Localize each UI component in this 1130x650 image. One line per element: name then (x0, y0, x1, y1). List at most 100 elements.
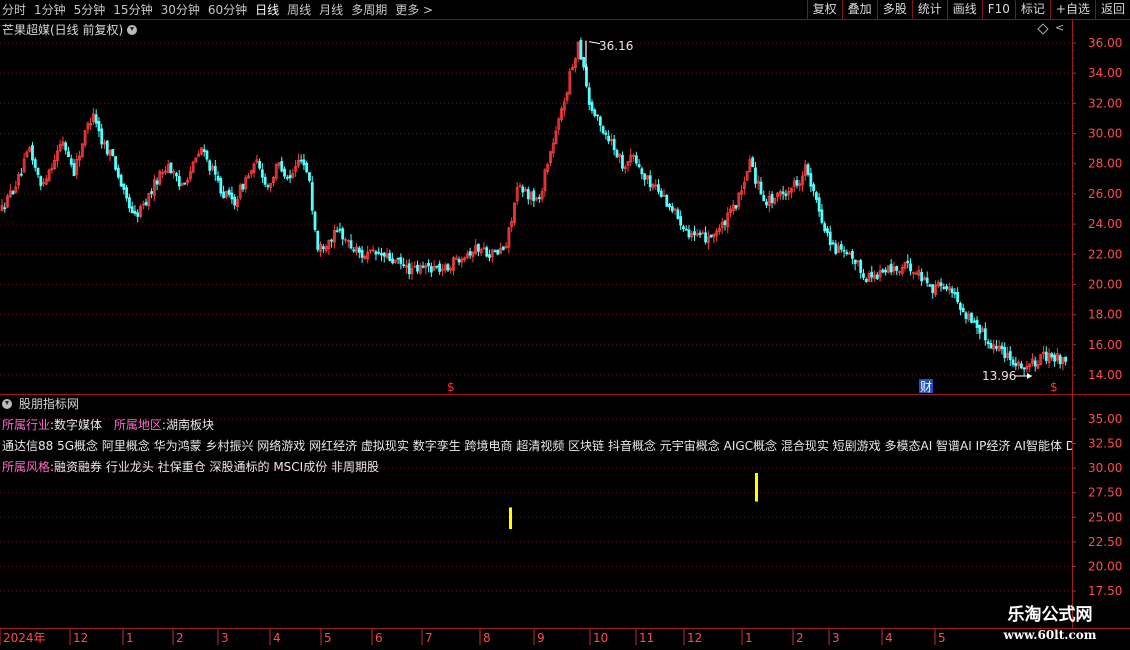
candle-body (100, 128, 104, 145)
candle-body (321, 246, 325, 250)
x-tick-label: 2 (176, 631, 184, 645)
candle-body (457, 259, 461, 263)
candle-body (759, 181, 763, 195)
candle-body (875, 274, 879, 280)
dividend-marker-2: $ (1050, 380, 1058, 394)
candle-body (488, 254, 491, 258)
candle-body (668, 203, 671, 208)
candle-body (762, 195, 766, 202)
x-tick-label: 4 (273, 631, 281, 645)
candle-body (155, 180, 159, 185)
candle-body (128, 197, 131, 209)
indicator-y-tick-label: 35.00 (1088, 412, 1122, 426)
candle-body (125, 187, 129, 199)
candle-body (698, 232, 702, 236)
x-tick-label: 7 (425, 631, 433, 645)
candle-body (1003, 347, 1007, 358)
candle-body (496, 249, 500, 255)
candle-body (1050, 353, 1054, 358)
candle-body (241, 184, 245, 190)
candle-body (299, 159, 303, 162)
candle-body (704, 232, 707, 243)
indicator-y-tick-label: 17.50 (1088, 584, 1122, 598)
candle-body (116, 167, 120, 178)
indicator-title-text: 股朋指标网 (18, 397, 79, 411)
candle-body (427, 262, 430, 267)
candle-body (928, 284, 932, 287)
candle-body (950, 288, 954, 294)
candle-body (130, 206, 134, 214)
candle-body (33, 159, 37, 168)
candle-body (870, 271, 874, 278)
candle-body (316, 230, 320, 250)
candle-body (582, 57, 586, 68)
candle-body (446, 264, 450, 271)
x-tick-label: 12 (687, 631, 702, 645)
candle-body (64, 142, 68, 151)
candle-body (828, 231, 832, 246)
candle-body (285, 176, 289, 179)
candle-body (831, 242, 835, 245)
candle-body (939, 282, 943, 287)
candle-body (119, 174, 123, 187)
candle-body (338, 228, 342, 231)
candle-body (920, 272, 924, 282)
candle-body (972, 320, 976, 323)
candle-body (402, 264, 406, 267)
candle-body (579, 40, 583, 60)
industry-value: :数字媒体 (50, 418, 103, 432)
candle-body (310, 182, 314, 211)
candle-body (1053, 354, 1056, 362)
y-tick-label: 16.00 (1088, 338, 1122, 352)
industry-row: 所属行业:数字媒体 所属地区:湖南板块 (2, 416, 1072, 433)
region-label: 所属地区 (113, 418, 162, 432)
candle-body (169, 162, 173, 173)
candle-body (945, 285, 948, 290)
x-tick-label: 1 (126, 631, 134, 645)
candle-body (995, 345, 998, 349)
candle-body (657, 184, 660, 192)
candle-body (477, 243, 480, 252)
indicator-dropdown-icon[interactable] (2, 399, 12, 409)
candle-body (341, 228, 345, 240)
watermark-title: 乐淘公式网 (1007, 605, 1093, 625)
indicator-y-tick-label: 25.00 (1088, 510, 1122, 524)
candle-body (587, 87, 591, 105)
indicator-y-tick-label: 30.00 (1088, 461, 1122, 475)
candle-body (175, 173, 178, 177)
candle-body (964, 312, 968, 319)
candle-body (607, 135, 611, 142)
x-tick-label: 10 (593, 631, 608, 645)
candle-body (399, 257, 403, 264)
candle-body (601, 126, 605, 134)
candle-body (94, 114, 98, 124)
x-tick-label: 3 (832, 631, 840, 645)
candle-body (144, 201, 148, 206)
candle-body (380, 252, 383, 256)
indicator-title[interactable]: 股朋指标网 (2, 395, 79, 412)
candle-body (233, 196, 237, 206)
candle-body (501, 246, 505, 250)
candle-body (11, 191, 15, 195)
candle-body (377, 251, 381, 254)
candle-body (684, 228, 688, 231)
candle-body (305, 162, 309, 173)
kline-chart[interactable]: 36.00 34.00 32.00 30.00 28.00 26.00 24.00 22.00… (0, 0, 1130, 650)
candle-body (283, 168, 286, 177)
y-tick-label: 14.00 (1088, 368, 1122, 382)
style-value: :融资融券 行业龙头 社保重仓 深股通标的 MSCI成份 非周期股 (50, 460, 380, 474)
candle-body (183, 182, 187, 185)
candle-body (665, 195, 669, 207)
indicator-y-tick-label: 32.50 (1088, 437, 1122, 451)
candle-body (1011, 359, 1015, 365)
candle-body (266, 185, 270, 188)
candle-body (468, 251, 472, 256)
candle-body (260, 169, 264, 178)
candle-body (202, 149, 206, 153)
x-tick-label: 9 (537, 631, 545, 645)
low-label: 13.96 (982, 369, 1016, 383)
y-tick-label: 26.00 (1088, 187, 1122, 201)
y-tick-label: 34.00 (1088, 66, 1122, 80)
indicator-y-tick-label: 22.50 (1088, 535, 1122, 549)
candle-body (111, 149, 115, 157)
